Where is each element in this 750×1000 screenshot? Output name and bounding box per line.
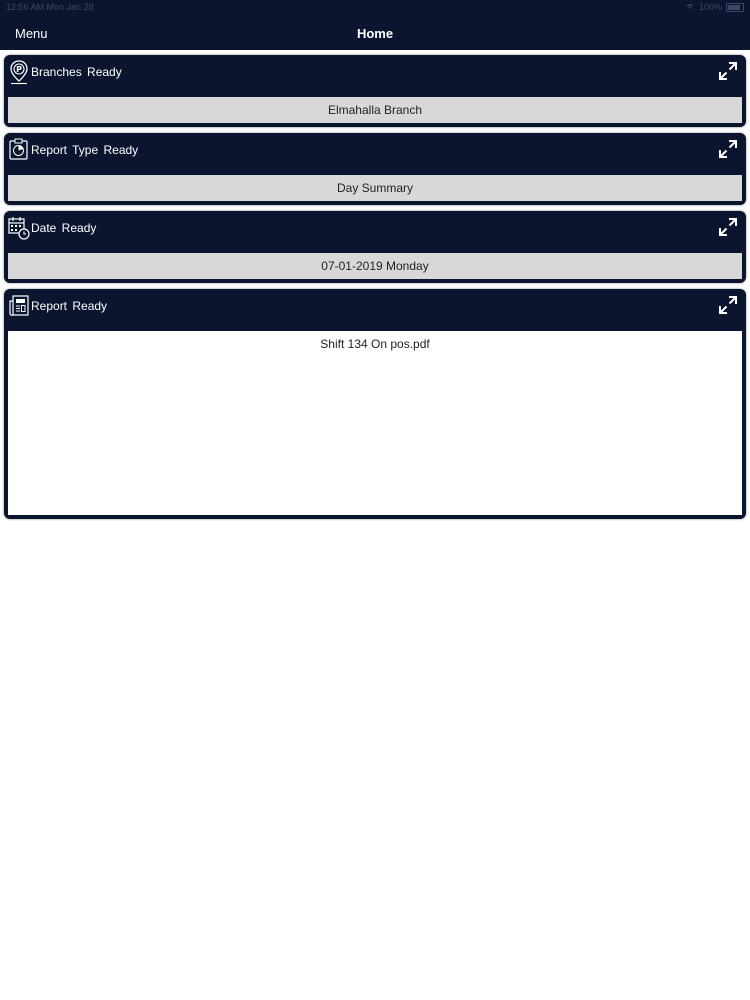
status-date: Mon Jan 28: [46, 2, 94, 12]
expand-icon[interactable]: [718, 295, 738, 315]
wifi-icon: [685, 2, 695, 12]
report-type-value[interactable]: Day Summary: [8, 175, 742, 201]
report-type-card-title: Report Type Ready: [31, 143, 139, 157]
expand-icon[interactable]: [718, 61, 738, 81]
svg-text:P: P: [16, 65, 22, 74]
top-navigation-bar: 12:56 AM Mon Jan 28 100% Menu Home: [0, 0, 750, 50]
report-card: Report Ready Shift 134 On pos.pdf: [4, 289, 746, 519]
status-left: 12:56 AM Mon Jan 28: [6, 2, 94, 12]
report-body: Shift 134 On pos.pdf: [8, 331, 742, 515]
report-type-card-header: Report Type Ready: [8, 133, 742, 175]
branches-card-header: P Branches Ready: [8, 55, 742, 97]
report-card-title: Report Ready: [31, 299, 108, 313]
report-newspaper-icon: [8, 293, 30, 319]
cards-list: P Branches Ready Elmahalla Branch Report…: [4, 55, 746, 525]
date-value[interactable]: 07-01-2019 Monday: [8, 253, 742, 279]
menu-button[interactable]: Menu: [15, 26, 48, 41]
status-time: 12:56 AM: [6, 2, 45, 12]
status-right: 100%: [685, 2, 744, 12]
expand-icon[interactable]: [718, 217, 738, 237]
parking-pin-icon: P: [8, 59, 30, 85]
date-card-title: Date Ready: [31, 221, 97, 235]
calendar-clock-icon: [8, 215, 30, 241]
report-type-card: Report Type Ready Day Summary: [4, 133, 746, 205]
report-type-icon: [8, 137, 30, 163]
page-title: Home: [356, 26, 394, 41]
expand-icon[interactable]: [718, 139, 738, 159]
report-card-header: Report Ready: [8, 289, 742, 331]
battery-icon: [726, 2, 744, 12]
status-bar: 12:56 AM Mon Jan 28 100%: [0, 0, 750, 14]
date-card: Date Ready 07-01-2019 Monday: [4, 211, 746, 283]
date-card-header: Date Ready: [8, 211, 742, 253]
branches-card: P Branches Ready Elmahalla Branch: [4, 55, 746, 127]
report-file-link[interactable]: Shift 134 On pos.pdf: [320, 337, 429, 351]
branch-value[interactable]: Elmahalla Branch: [8, 97, 742, 123]
branches-card-title: Branches Ready: [31, 65, 122, 79]
battery-percentage: 100%: [698, 2, 722, 12]
